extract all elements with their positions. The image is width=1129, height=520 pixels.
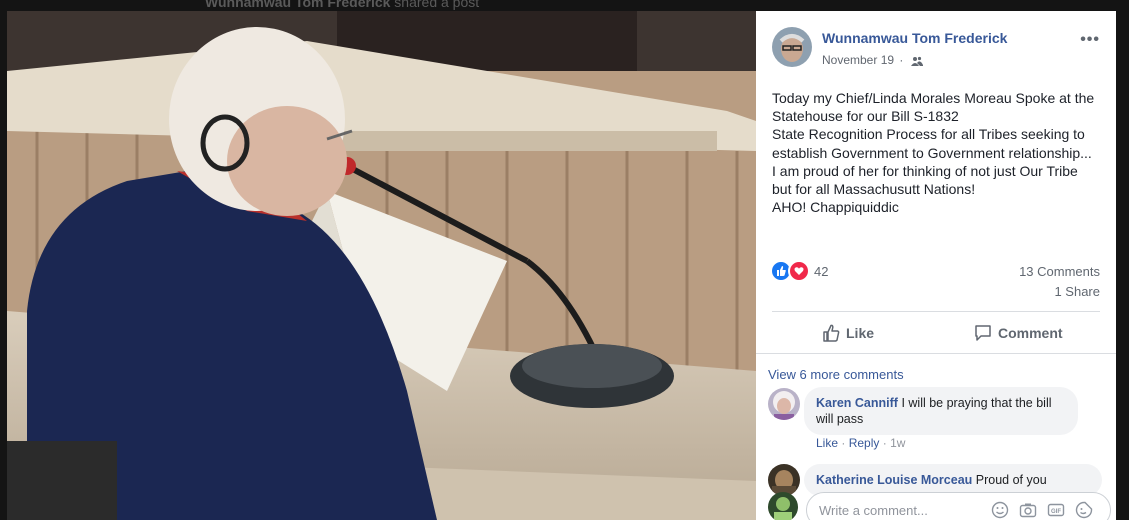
post-text-line: Today my Chief/Linda Morales Moreau Spok… xyxy=(772,90,1095,106)
comment-button[interactable]: Comment xyxy=(974,321,1063,345)
comment-input-placeholder[interactable]: Write a comment... xyxy=(819,503,928,518)
divider xyxy=(756,353,1116,354)
background-author: Wunnamwau Tom Frederick xyxy=(205,0,391,10)
post-photo[interactable] xyxy=(7,11,756,520)
view-more-comments-link[interactable]: View 6 more comments xyxy=(768,367,904,382)
post-text-line: I am proud of her for thinking of not ju… xyxy=(772,162,1078,179)
comment-bubble: Karen Canniff I will be praying that the… xyxy=(804,387,1078,435)
gif-icon[interactable]: GIF xyxy=(1047,501,1065,520)
comment-author[interactable]: Karen Canniff xyxy=(816,396,898,410)
comment-like-link[interactable]: Like xyxy=(816,436,838,450)
like-label: Like xyxy=(846,325,875,341)
scrollbar-gutter xyxy=(1116,11,1129,520)
background-action: shared a post xyxy=(394,0,480,10)
author-avatar[interactable] xyxy=(772,27,812,67)
reaction-count[interactable]: 42 xyxy=(814,264,828,279)
separator: · xyxy=(882,436,887,450)
comment-time[interactable]: 1w xyxy=(890,436,905,450)
post-text-line: AHO! Chappiquiddic xyxy=(772,199,899,216)
post-author-name[interactable]: Wunnamwau Tom Frederick xyxy=(822,30,1007,46)
comment-bubble-icon xyxy=(975,325,991,341)
photo-illustration xyxy=(7,11,756,520)
more-options-icon[interactable]: ••• xyxy=(1080,31,1100,49)
comment-composer[interactable]: Write a comment... GIF xyxy=(806,492,1111,520)
meta-separator: · xyxy=(899,53,904,67)
comment-text: Proud of you xyxy=(975,473,1047,487)
emoji-icon[interactable] xyxy=(991,501,1009,520)
friends-icon[interactable] xyxy=(910,55,923,69)
camera-icon[interactable] xyxy=(1019,501,1037,520)
avatar-image xyxy=(768,492,798,520)
separator: · xyxy=(841,436,846,450)
comment-text: I will be praying that the bill xyxy=(901,396,1052,410)
post-date[interactable]: November 19 xyxy=(822,53,894,67)
comment-text-continued: will pass xyxy=(816,412,864,426)
shares-count[interactable]: 1 Share xyxy=(1054,284,1100,299)
post-text: Today my Chief/Linda Morales Moreau Spok… xyxy=(772,89,1107,216)
thumbs-up-icon xyxy=(823,324,840,342)
post-panel: Wunnamwau Tom Frederick November 19 · ••… xyxy=(756,11,1116,520)
comment-author[interactable]: Katherine Louise Morceau xyxy=(816,473,972,487)
like-button[interactable]: Like xyxy=(822,321,874,345)
svg-text:GIF: GIF xyxy=(1051,509,1061,515)
comment-actions: Like · Reply · 1w xyxy=(816,436,905,450)
avatar-image xyxy=(768,388,800,420)
post-text-line: Statehouse for our Bill S-1832 xyxy=(772,108,959,125)
avatar-image xyxy=(772,27,812,67)
commenter-avatar[interactable] xyxy=(768,388,800,420)
post-meta: November 19 · xyxy=(822,53,923,69)
post-text-line: State Recognition Process for all Tribes… xyxy=(772,126,1085,143)
post-text-line: but for all Massachusutt Nations! xyxy=(772,181,976,198)
background-post-header: Wunnamwau Tom Frederick shared a post xyxy=(205,0,479,10)
post-text-line: establish Government to Government relat… xyxy=(772,144,1092,161)
current-user-avatar xyxy=(768,492,798,520)
comments-count[interactable]: 13 Comments xyxy=(1019,264,1100,279)
divider xyxy=(772,311,1100,312)
love-reaction-icon xyxy=(788,260,810,282)
sticker-icon[interactable] xyxy=(1075,501,1093,520)
comment-reply-link[interactable]: Reply xyxy=(849,436,880,450)
reaction-summary[interactable]: 42 xyxy=(770,260,828,282)
comment-label: Comment xyxy=(998,325,1063,341)
